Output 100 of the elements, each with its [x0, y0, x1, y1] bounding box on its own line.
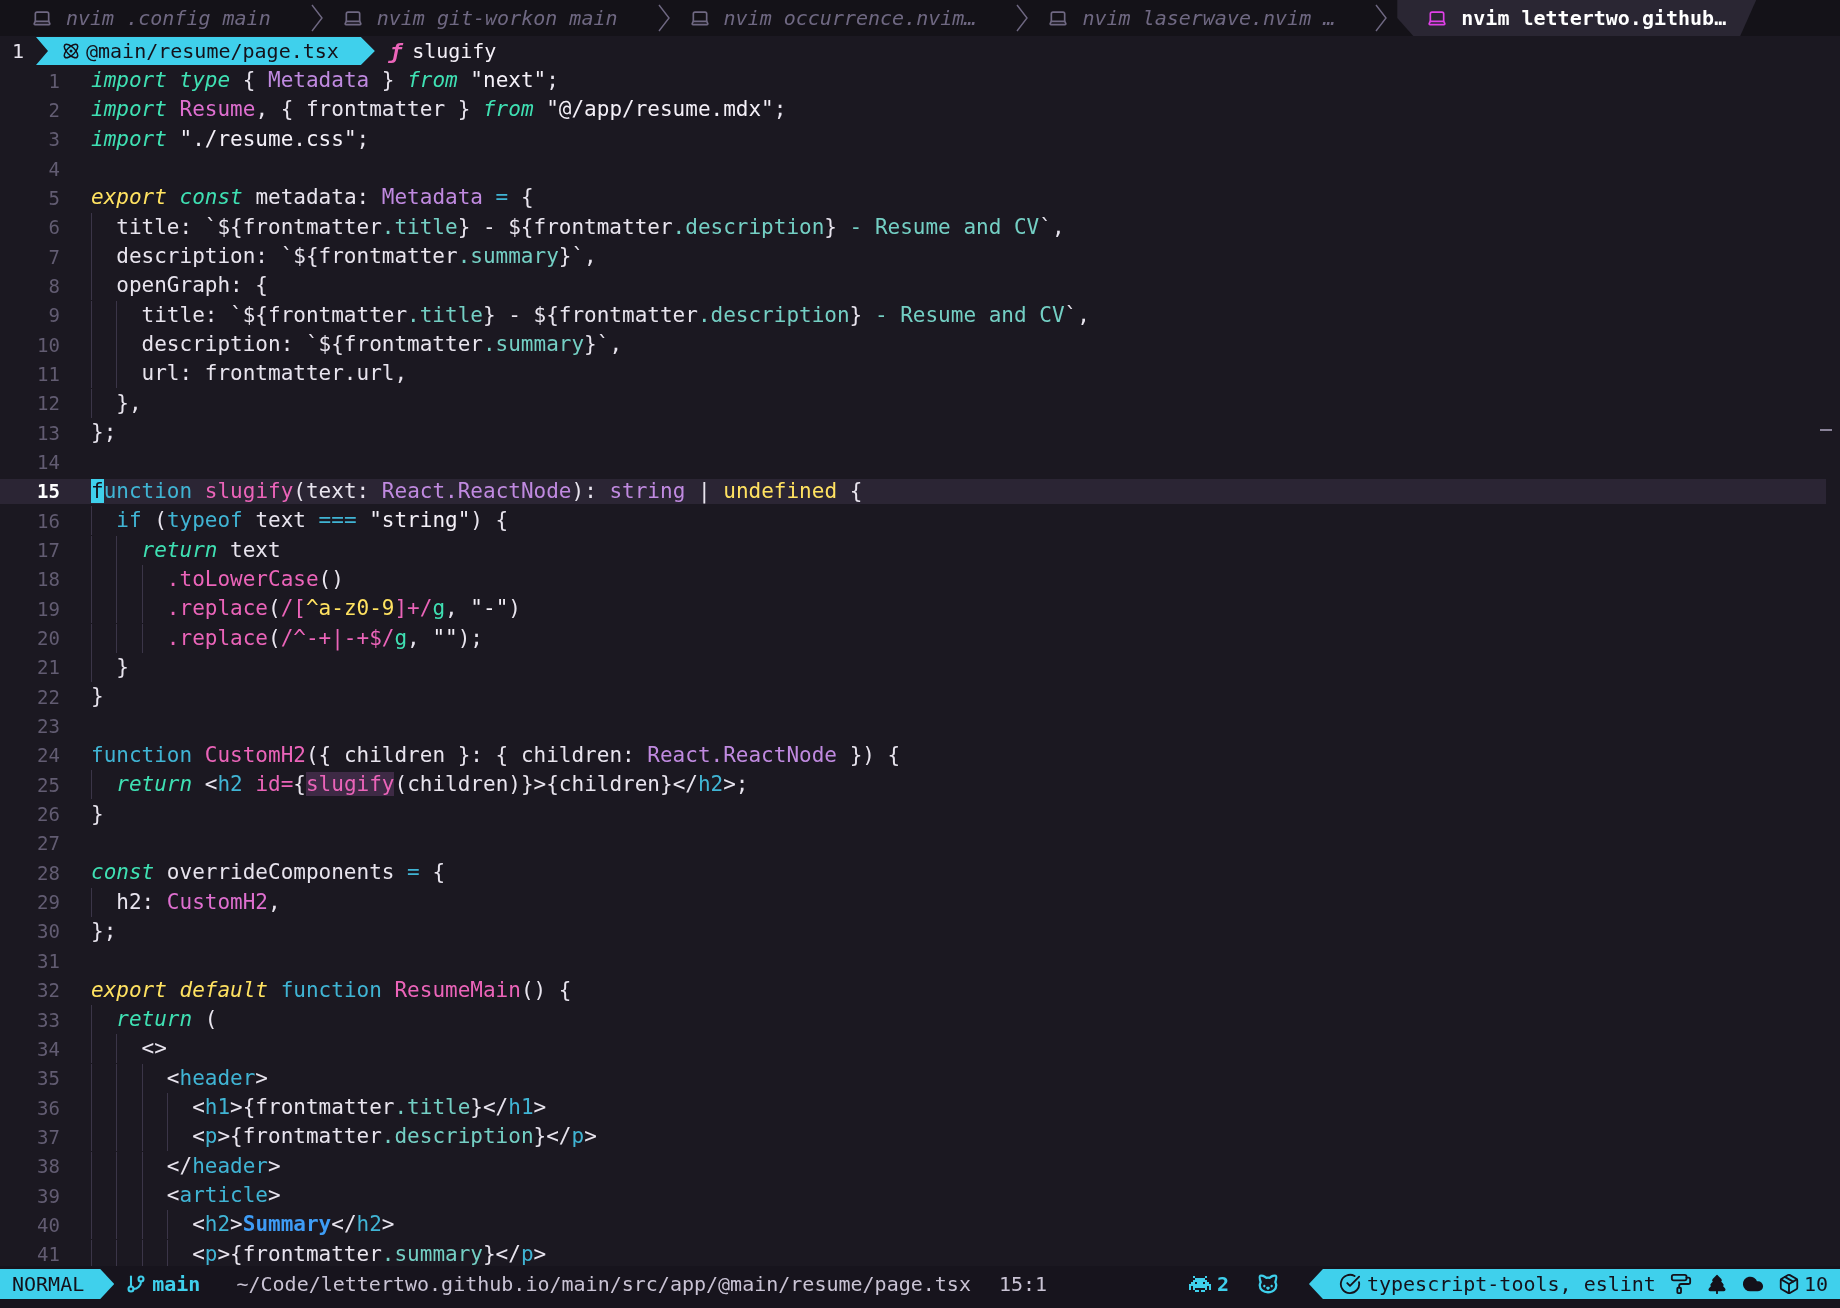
line-number: 41 [36, 1243, 60, 1266]
line-number: 15 [36, 480, 60, 503]
code-line: title: `${frontmatter.title} - ${frontmatter.description} - Resume and CV`, [141, 302, 1090, 328]
code-line: export default function ResumeMain() { [91, 977, 572, 1003]
code-line: export const metadata: Metadata = { [91, 185, 534, 211]
line-number: 12 [36, 392, 60, 415]
check-circle-icon [1338, 1273, 1361, 1295]
code-line: description: `${frontmatter.summary}`, [116, 244, 597, 270]
line-number: 16 [36, 509, 60, 532]
symbol-breadcrumb[interactable]: slugify [412, 39, 497, 63]
function-icon: ƒ [388, 38, 403, 64]
line-number: 18 [36, 568, 60, 591]
code-line: .replace(/[^a-z0-9]+/g, "-") [166, 596, 521, 622]
code-line: <h2>Summary</h2> [192, 1212, 395, 1238]
line-number: 3 [47, 128, 60, 151]
laptop-icon [689, 8, 710, 28]
file-breadcrumb[interactable]: @main/resume/page.tsx [36, 37, 375, 65]
line-number: 17 [36, 539, 60, 561]
line-number: 22 [36, 685, 60, 708]
code-line: <h1>{frontmatter.title}</h1> [192, 1095, 547, 1121]
line-number: 19 [36, 597, 60, 620]
line-number: 2 [47, 98, 60, 121]
code-line: <> [141, 1036, 167, 1062]
line-number: 30 [36, 920, 60, 943]
tab[interactable]: nvim lettertwo.github… [1397, 0, 1757, 36]
line-number: 29 [36, 891, 60, 914]
code-line: function CustomH2({ children }: { children: React.ReactNode }) { [91, 742, 901, 768]
line-number: 4 [47, 157, 60, 180]
code-line: } [91, 684, 104, 710]
chevron-separator-icon [1016, 4, 1029, 32]
code-line: } [116, 654, 129, 680]
code-line: <article> [166, 1183, 281, 1209]
lsp-clients: typescript-tools, eslint [1366, 1272, 1656, 1296]
line-number: 32 [36, 979, 60, 1002]
line-number: 8 [47, 274, 60, 297]
git-branch-icon [126, 1274, 147, 1294]
atom-icon [62, 42, 80, 60]
code-line: <header> [166, 1065, 268, 1091]
tab[interactable]: nvim laserwave.nvim … [1038, 0, 1366, 36]
cat-icon [1256, 1273, 1279, 1295]
line-number: 1 [47, 69, 60, 92]
code-line: import Resume, { frontmatter } from "@/app/resume.mdx"; [91, 97, 787, 123]
line-number: 26 [36, 803, 60, 826]
space-invader-icon [1188, 1275, 1211, 1293]
laptop-icon [32, 8, 52, 28]
code-line: import type { Metadata } from "next"; [91, 68, 559, 93]
package-count: 10 [1803, 1272, 1828, 1296]
line-number: 20 [36, 627, 60, 650]
line-number: 25 [36, 773, 60, 796]
line-number: 28 [36, 861, 60, 884]
chevron-separator-icon [657, 4, 670, 32]
code-line: function slugify(text: React.ReactNode): string | undefined { [91, 478, 863, 504]
tab[interactable]: nvim occurrence.nvim… [679, 0, 1007, 36]
code-line: url: frontmatter.url, [141, 361, 408, 387]
code-line: const overrideComponents = { [91, 860, 446, 886]
code-line: <p>{frontmatter.summary}</p> [192, 1241, 547, 1266]
code-line: <p>{frontmatter.description}</p> [192, 1124, 597, 1150]
copilot-count: 2 [1216, 1272, 1229, 1296]
line-number: 38 [36, 1155, 60, 1178]
line-number: 24 [36, 744, 60, 767]
code-line: </header> [166, 1153, 281, 1179]
code-line: return ( [116, 1007, 218, 1032]
line-number: 40 [36, 1213, 60, 1236]
scrollbar-mark [1820, 429, 1832, 431]
code-line: } [91, 801, 104, 827]
laptop-icon [1048, 8, 1069, 28]
code-line: if (typeof text === "string") { [116, 508, 509, 534]
line-number: 9 [47, 304, 60, 327]
cursor-position: 15:1 [998, 1272, 1048, 1296]
code-line: .replace(/^-+|-+$/g, ""); [166, 625, 483, 651]
line-number: 27 [36, 832, 60, 855]
code-line: description: `${frontmatter.summary}`, [141, 332, 623, 358]
line-number: 5 [47, 186, 60, 209]
line-number: 37 [36, 1125, 60, 1148]
mode-indicator: NORMAL [0, 1269, 115, 1299]
code-line: title: `${frontmatter.title} - ${frontmatter.description} - Resume and CV`, [116, 214, 1065, 240]
line-number: 10 [36, 333, 60, 356]
line-number: 14 [36, 450, 60, 473]
line-number: 34 [36, 1037, 60, 1060]
line-number: 11 [36, 362, 60, 385]
chevron-separator-icon [1375, 4, 1388, 32]
line-number: 13 [36, 421, 60, 444]
chevron-separator-icon [310, 4, 323, 32]
code-line: }; [91, 918, 117, 944]
line-number: 31 [36, 949, 60, 972]
line-number: 23 [36, 715, 60, 738]
laptop-icon [342, 8, 363, 28]
line-number: 6 [47, 216, 60, 239]
file-path: ~/Code/lettertwo.github.io/main/src/app/@main/resume/page.tsx [236, 1272, 971, 1296]
tab[interactable]: nvim git-workon main [332, 0, 648, 36]
tab[interactable]: nvim .config main [22, 0, 301, 36]
line-number: 21 [36, 656, 60, 679]
line-number: 35 [36, 1067, 60, 1090]
line-number: 39 [36, 1184, 60, 1207]
code-line: h2: CustomH2, [116, 889, 281, 915]
laptop-icon [1427, 8, 1448, 28]
line-number: 7 [47, 245, 60, 268]
package-icon [1777, 1273, 1800, 1295]
code-line: openGraph: { [116, 273, 268, 299]
code-line: import "./resume.css"; [91, 126, 370, 152]
